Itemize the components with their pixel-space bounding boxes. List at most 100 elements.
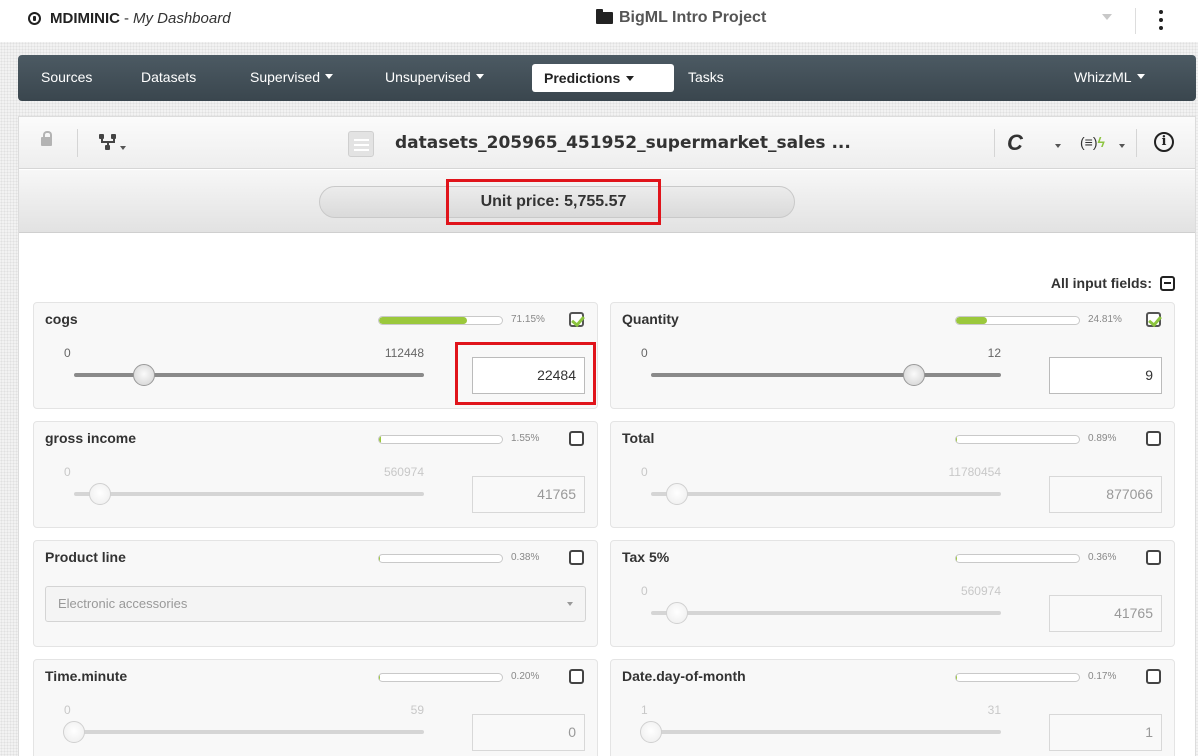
chevron-down-icon[interactable]	[120, 146, 126, 150]
prediction-result: Unit price: 5,755.57	[446, 179, 661, 225]
importance-fill	[379, 317, 467, 324]
field-name: Date.day-of-month	[622, 668, 746, 684]
chevron-down-icon	[626, 75, 635, 81]
field-checkbox[interactable]	[569, 312, 584, 327]
value-slider[interactable]	[640, 721, 1001, 743]
nav-unsupervised-label: Unsupervised	[385, 69, 471, 85]
field-card: Date.day-of-month 0.17% 1 31 1	[610, 659, 1175, 756]
importance-fill	[956, 317, 987, 324]
prediction-banner: Unit price: 5,755.57	[19, 170, 1195, 233]
batch-prediction-icon[interactable]: C	[1007, 130, 1023, 156]
importance-percent: 0.17%	[1088, 671, 1117, 682]
range-max: 11780454	[948, 465, 1002, 479]
importance-bar	[955, 554, 1080, 563]
field-checkbox[interactable]	[1146, 312, 1161, 327]
field-name: Total	[622, 430, 655, 446]
value-slider[interactable]	[74, 364, 424, 386]
value-input[interactable]: 877066	[1049, 476, 1162, 513]
value-slider[interactable]	[651, 602, 1001, 624]
importance-bar	[378, 554, 503, 563]
category-select[interactable]: Electronic accessories	[45, 586, 586, 622]
range-max: 31	[987, 703, 1001, 717]
field-name: Tax 5%	[622, 549, 670, 565]
range-max: 560974	[383, 465, 424, 479]
value-input[interactable]: 9	[1049, 357, 1162, 394]
formula-label: (≡)	[1080, 134, 1098, 150]
field-checkbox[interactable]	[1146, 550, 1161, 565]
value-slider[interactable]	[74, 483, 424, 505]
field-checkbox[interactable]	[569, 550, 584, 565]
formula-icon[interactable]: (≡)ϟ	[1080, 134, 1105, 150]
nav-datasets[interactable]: Datasets	[141, 69, 196, 85]
value-slider[interactable]	[651, 364, 1001, 386]
field-checkbox[interactable]	[569, 431, 584, 446]
range-min: 0	[64, 346, 71, 360]
nav-predictions[interactable]: Predictions	[532, 64, 674, 92]
project-selector[interactable]: BigML Intro Project	[596, 9, 766, 27]
chevron-down-icon[interactable]	[1055, 144, 1061, 148]
slider-handle[interactable]	[63, 721, 85, 743]
range-max: 560974	[960, 584, 1001, 598]
field-card: Total 0.89% 0 11780454 877066	[610, 421, 1175, 528]
nav-whizzml[interactable]: WhizzML	[1074, 69, 1145, 85]
kebab-menu-icon[interactable]	[1158, 10, 1164, 32]
field-checkbox[interactable]	[1146, 669, 1161, 684]
all-input-fields-toggle[interactable]: All input fields:	[1051, 275, 1175, 291]
importance-bar	[955, 435, 1080, 444]
nav-supervised-label: Supervised	[250, 69, 321, 85]
field-checkbox[interactable]	[569, 669, 584, 684]
range-min: 0	[64, 703, 71, 717]
field-name: gross income	[45, 430, 137, 446]
range-min: 0	[641, 346, 648, 360]
panel-toolbar: datasets_205965_451952_supermarket_sales…	[19, 117, 1195, 169]
chevron-down-icon	[475, 74, 484, 79]
value-input[interactable]: 1	[1049, 714, 1162, 751]
field-card: Tax 5% 0.36% 0 560974 41765	[610, 540, 1175, 647]
importance-percent: 0.89%	[1088, 433, 1117, 444]
field-checkbox[interactable]	[1146, 431, 1161, 446]
value-input[interactable]: 0	[472, 714, 585, 751]
range-min: 0	[64, 465, 71, 479]
nav-unsupervised[interactable]: Unsupervised	[385, 69, 484, 85]
value-input[interactable]: 41765	[1049, 595, 1162, 632]
slider-handle[interactable]	[88, 483, 111, 505]
collapse-icon[interactable]	[1160, 275, 1175, 291]
username: MDIMINIC	[50, 10, 120, 27]
value-slider[interactable]	[651, 483, 1001, 505]
value-slider[interactable]	[63, 721, 424, 743]
range-min: 0	[641, 584, 648, 598]
field-name: Time.minute	[45, 668, 128, 684]
range-max: 12	[987, 346, 1001, 360]
nav-tasks[interactable]: Tasks	[688, 69, 724, 85]
nav-supervised[interactable]: Supervised	[250, 69, 334, 85]
slider-handle[interactable]	[665, 483, 688, 505]
importance-fill	[379, 436, 381, 443]
nav-sources[interactable]: Sources	[41, 69, 92, 85]
field-name: Product line	[45, 549, 126, 565]
slider-handle[interactable]	[665, 602, 688, 624]
chevron-down-icon	[1136, 74, 1145, 79]
slider-handle[interactable]	[133, 364, 155, 386]
user-menu[interactable]: MDIMINIC - My Dashboard	[28, 10, 231, 27]
nav-whizzml-label: WhizzML	[1074, 69, 1132, 85]
importance-percent: 0.20%	[511, 671, 540, 682]
lock-icon[interactable]	[41, 131, 52, 146]
slider-handle[interactable]	[640, 721, 662, 743]
folder-icon	[596, 9, 613, 24]
slider-handle[interactable]	[902, 364, 925, 386]
value-input[interactable]: 41765	[472, 476, 585, 513]
model-tree-icon[interactable]	[99, 134, 117, 150]
divider	[994, 129, 995, 157]
chevron-down-icon[interactable]	[1119, 144, 1125, 148]
divider	[1136, 129, 1137, 157]
range-max: 59	[410, 703, 424, 717]
importance-percent: 0.36%	[1088, 552, 1117, 563]
dataset-icon	[348, 131, 374, 157]
project-name: BigML Intro Project	[619, 9, 767, 26]
importance-bar	[955, 316, 1080, 325]
field-name: Quantity	[622, 311, 679, 327]
importance-percent: 1.55%	[511, 433, 540, 444]
project-dropdown-caret-icon[interactable]	[1102, 14, 1112, 20]
info-icon[interactable]: i	[1154, 132, 1174, 152]
dataset-title[interactable]: datasets_205965_451952_supermarket_sales…	[395, 133, 851, 153]
